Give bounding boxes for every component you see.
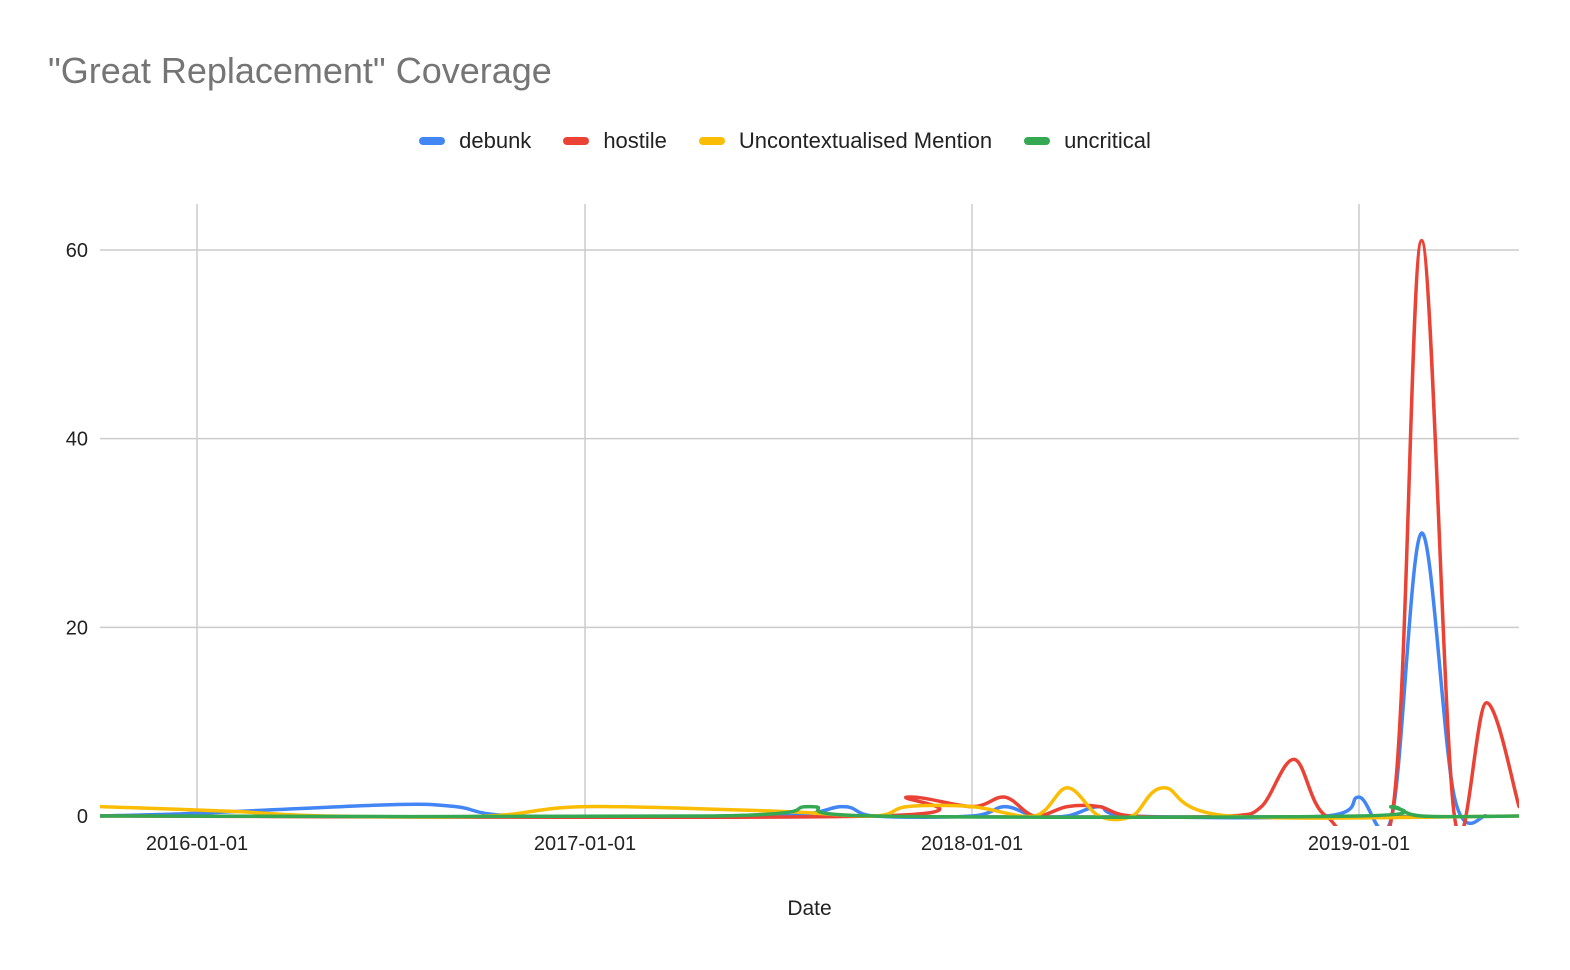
y-tick-label-0: 0 xyxy=(77,806,88,828)
x-tick-label-2017-01-01: 2017-01-01 xyxy=(534,833,636,855)
line-chart: 0 20 40 60 2016-01-01 2017-01-01 2018-01-01 201… xyxy=(66,204,1519,920)
x-tick-label-2019-01-01: 2019-01-01 xyxy=(1308,833,1410,855)
y-tick-label-60: 60 xyxy=(66,240,88,262)
x-axis-title: Date xyxy=(787,897,831,920)
series-line-hostile xyxy=(100,238,1519,826)
y-tick-label-20: 20 xyxy=(66,617,88,639)
y-tick-label-40: 40 xyxy=(66,429,88,451)
x-tick-label-2016-01-01: 2016-01-01 xyxy=(146,833,248,855)
x-tick-label-2018-01-01: 2018-01-01 xyxy=(921,833,1023,855)
series-line-debunk xyxy=(100,531,1488,826)
